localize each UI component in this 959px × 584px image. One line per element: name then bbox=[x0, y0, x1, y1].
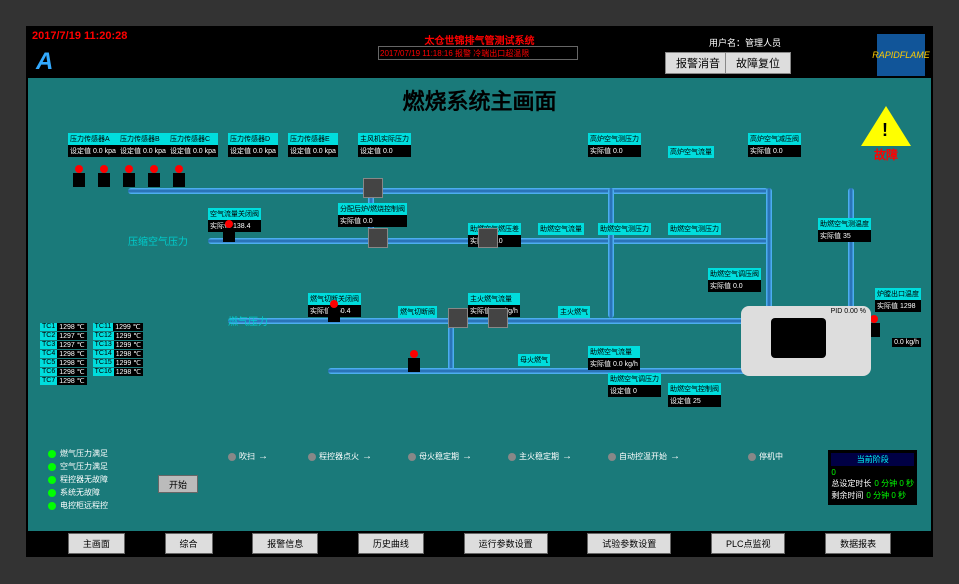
valve-icon bbox=[408, 358, 420, 372]
valve-icon bbox=[173, 173, 185, 187]
valve-icon bbox=[223, 228, 235, 242]
device-icon bbox=[448, 308, 468, 328]
pid-label: PID 0.00 % bbox=[831, 308, 866, 315]
device-icon bbox=[478, 228, 498, 248]
nav-history[interactable]: 历史曲线 bbox=[358, 533, 424, 554]
tag-main-gas: 主火燃气 bbox=[558, 306, 590, 318]
tag-comb-press: 助燃空气调压力设定值 0 bbox=[608, 373, 661, 397]
nav-overview[interactable]: 综合 bbox=[165, 533, 213, 554]
timer-panel: 当前阶段 0 总设定时长 0 分钟 0 秒 剩余时间 0 分钟 0 秒 bbox=[828, 450, 917, 505]
gas-inlet-label: 燃气压力 bbox=[228, 313, 268, 328]
logo-a: A bbox=[36, 48, 53, 76]
tag-air-press1: 助燃空气测压力 bbox=[598, 223, 651, 235]
precondition-list: 燃气压力满足 空气压力满足 程控器无故障 系统无故障 电控柜远程控 bbox=[48, 446, 108, 513]
fault-reset-button[interactable]: 故障复位 bbox=[725, 52, 791, 74]
tag-hf-air-flow: 高炉空气流量 bbox=[668, 146, 714, 158]
alarm-mute-button[interactable]: 报警消音 bbox=[665, 52, 731, 74]
nav-runparams[interactable]: 运行参数设置 bbox=[464, 533, 548, 554]
tag-outlet-flow: 0.0 kg/h bbox=[892, 338, 921, 347]
logo-rapidflame: RAPIDFLAME bbox=[877, 34, 925, 76]
tag-outlet-temp: 炉膛出口温度实际值 1298 bbox=[875, 288, 921, 312]
alarm-message: 2017/07/19 11:18:16 报警 冷端出口超温限 bbox=[378, 46, 578, 60]
nav-plc[interactable]: PLC点监视 bbox=[711, 533, 786, 554]
user-info: 用户名：管理人员 bbox=[709, 36, 781, 49]
nav-report[interactable]: 数据报表 bbox=[825, 533, 891, 554]
nav-testparams[interactable]: 试验参数设置 bbox=[587, 533, 671, 554]
valve-icon bbox=[123, 173, 135, 187]
tag-pressure-c: 压力传感器C设定值 0.0 kpa bbox=[168, 133, 218, 157]
system-title: 太仓世锦排气管测试系统 bbox=[425, 32, 535, 47]
combustion-chamber: PID 0.00 % bbox=[741, 306, 871, 376]
device-icon bbox=[363, 178, 383, 198]
valve-icon bbox=[73, 173, 85, 187]
tag-pilot-gas: 母火燃气 bbox=[518, 354, 550, 366]
device-icon bbox=[488, 308, 508, 328]
tag-hf-air-valve: 高炉空气减压阀实际值 0.0 bbox=[748, 133, 801, 157]
valve-icon bbox=[98, 173, 110, 187]
tag-comb-ctrl: 助燃空气控制阀设定值 25 bbox=[668, 383, 721, 407]
main-canvas: 燃烧系统主画面 故障 压缩空气压力 燃气压力 压力传感器A设定值 0.0 kpa… bbox=[28, 78, 931, 531]
nav-main[interactable]: 主画面 bbox=[68, 533, 125, 554]
nav-bar: 主画面 综合 报警信息 历史曲线 运行参数设置 试验参数设置 PLC点监视 数据… bbox=[28, 531, 931, 555]
nav-alarms[interactable]: 报警信息 bbox=[252, 533, 318, 554]
valve-icon bbox=[148, 173, 160, 187]
device-icon bbox=[368, 228, 388, 248]
timestamp: 2017/7/19 11:20:28 bbox=[32, 30, 127, 42]
tag-pressure-b: 压力传感器B设定值 0.0 kpa bbox=[118, 133, 168, 157]
tag-fan-pressure: 主风机实际压力设定值 0.0 bbox=[358, 133, 411, 157]
tag-air-flow: 助燃空气流量 bbox=[538, 223, 584, 235]
tc-table: TC11298 ℃TC111299 ℃TC21297 ℃TC121299 ℃TC… bbox=[40, 323, 149, 386]
tag-air-temp: 助燃空气测温度实际值 35 bbox=[818, 218, 871, 242]
air-inlet-label: 压缩空气压力 bbox=[128, 233, 188, 248]
tag-air-dist: 分配后炉/燃烧控制阀实际值 0.0 bbox=[338, 203, 407, 227]
tag-pressure-a: 压力传感器A设定值 0.0 kpa bbox=[68, 133, 118, 157]
tag-gas-cut: 燃气切断阀 bbox=[398, 306, 437, 318]
tag-pressure-e: 压力传感器E设定值 0.0 kpa bbox=[288, 133, 338, 157]
fault-warning-icon: 故障 bbox=[861, 106, 911, 156]
start-button[interactable]: 开始 bbox=[158, 475, 198, 493]
valve-icon bbox=[328, 308, 340, 322]
tag-hf-air-press: 高炉空气测压力实际值 0.0 bbox=[588, 133, 641, 157]
tag-air-regvalve: 助燃空气调压阀实际值 0.0 bbox=[708, 268, 761, 292]
page-title: 燃烧系统主画面 bbox=[402, 84, 556, 116]
tag-comb-flow: 助燃空气流量实际值 0.0 kg/h bbox=[588, 346, 640, 370]
tag-pressure-d: 压力传感器D设定值 0.0 kpa bbox=[228, 133, 278, 157]
tag-air-press2: 助燃空气测压力 bbox=[668, 223, 721, 235]
